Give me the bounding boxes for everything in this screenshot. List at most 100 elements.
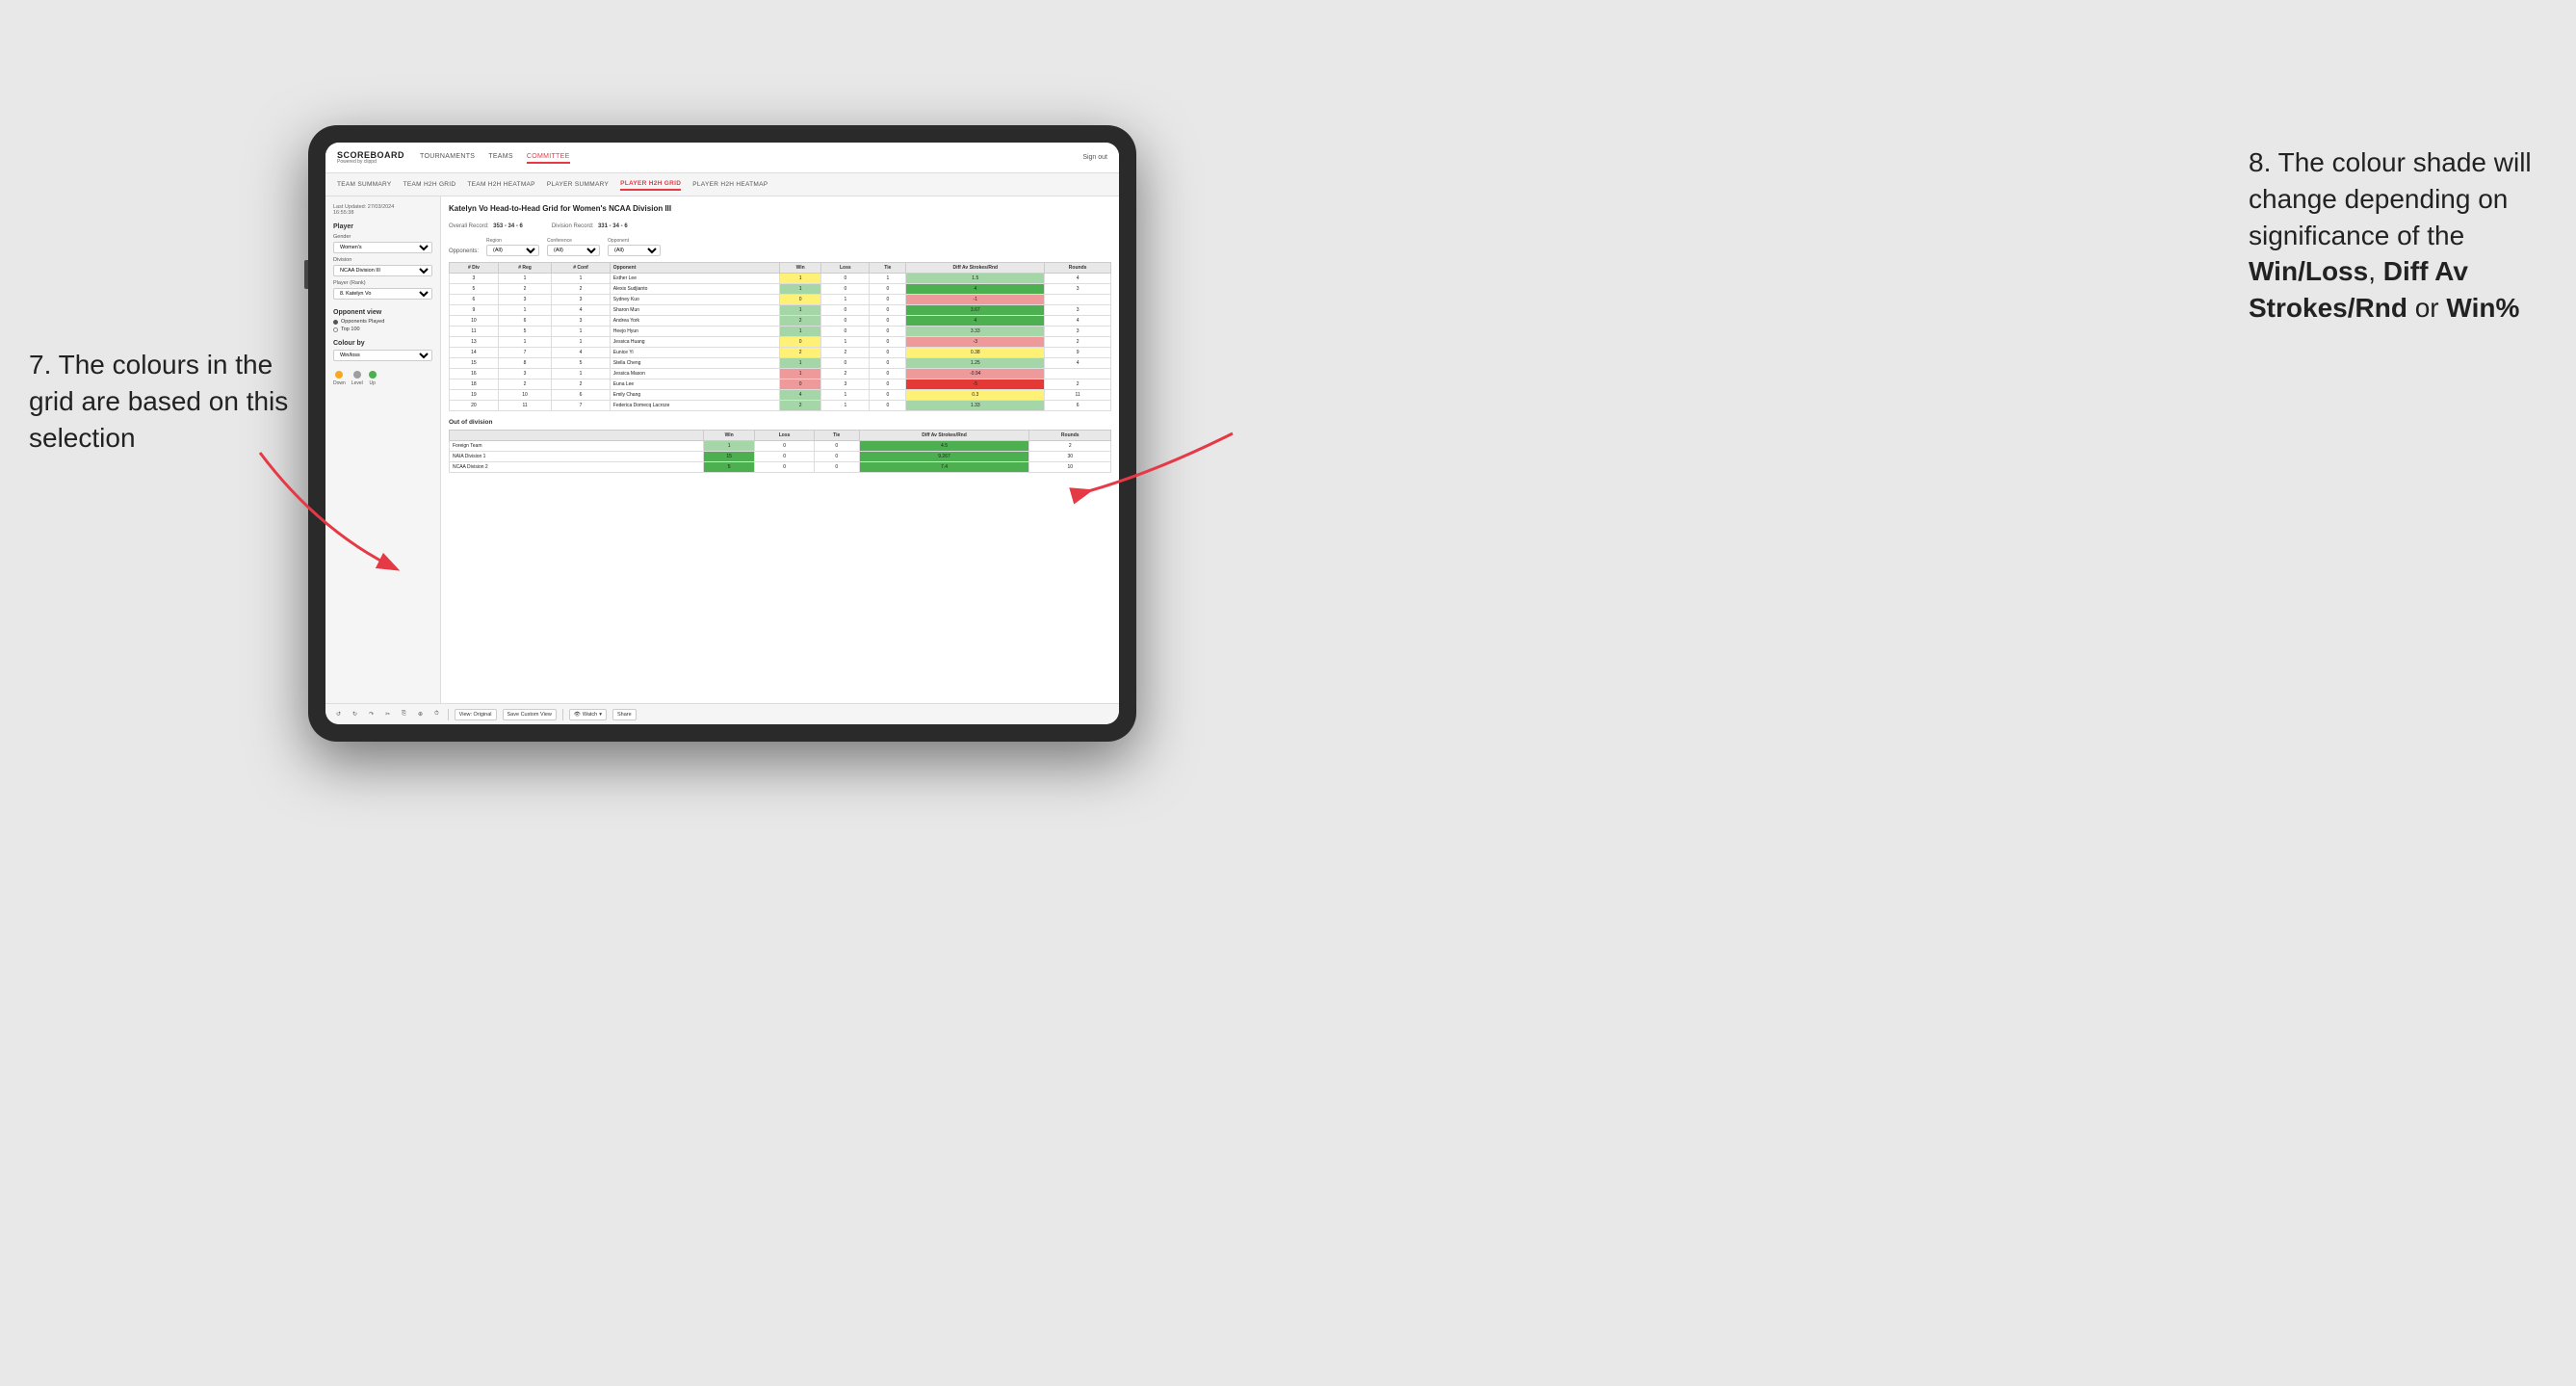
- table-row: 19 10 6 Emily Chang 4 1 0 0.3 11: [450, 390, 1111, 401]
- legend-down: Down: [333, 371, 346, 386]
- colour-by-select[interactable]: Win/loss: [333, 350, 432, 361]
- ood-table-row: Foreign Team 1 0 0 4.5 2: [450, 441, 1111, 452]
- top-nav: SCOREBOARD Powered by clippd TOURNAMENTS…: [325, 143, 1119, 173]
- main-content: Last Updated: 27/03/2024 16:55:38 Player…: [325, 196, 1119, 703]
- subnav-team-h2h-grid[interactable]: TEAM H2H GRID: [403, 179, 456, 190]
- table-row: 13 1 1 Jessica Huang 0 1 0 -3 2: [450, 337, 1111, 348]
- table-row: 14 7 4 Eunice Yi 2 2 0 0.38 9: [450, 348, 1111, 358]
- radio-dot-opponents: [333, 320, 338, 325]
- tablet-screen: SCOREBOARD Powered by clippd TOURNAMENTS…: [325, 143, 1119, 724]
- left-arrow: [241, 433, 433, 588]
- nav-items: TOURNAMENTS TEAMS COMMITTEE: [420, 151, 1082, 164]
- logo-sub: Powered by clippd: [337, 160, 404, 165]
- subnav-player-h2h-grid[interactable]: PLAYER H2H GRID: [620, 178, 681, 191]
- table-row: 16 3 1 Jessica Mason 1 2 0 -0.94: [450, 369, 1111, 379]
- opponent-filter-select[interactable]: (All): [608, 245, 661, 256]
- toolbar-sep2: [562, 709, 563, 720]
- table-row: 10 6 3 Andrea York 2 0 0 4 4: [450, 316, 1111, 327]
- filter-region: Region (All): [486, 238, 539, 256]
- eye-icon: 👁: [574, 712, 581, 718]
- right-bold-winpct: Win%: [2446, 293, 2519, 323]
- nav-tournaments[interactable]: TOURNAMENTS: [420, 151, 475, 164]
- right-arrow: [1059, 414, 1252, 510]
- sub-nav: TEAM SUMMARY TEAM H2H GRID TEAM H2H HEAT…: [325, 173, 1119, 196]
- region-filter-select[interactable]: (All): [486, 245, 539, 256]
- sign-out-link[interactable]: Sign out: [1082, 154, 1107, 161]
- player-section-title: Player: [333, 223, 432, 230]
- conference-filter-select[interactable]: (All): [547, 245, 600, 256]
- right-annotation: 8. The colour shade will change dependin…: [2249, 144, 2557, 327]
- overall-record: Overall Record: 353 - 34 - 6: [449, 215, 523, 232]
- ood-col-win: Win: [704, 431, 755, 441]
- table-row: 11 5 1 Heejo Hyun 1 0 0 3.33 3: [450, 327, 1111, 337]
- ood-col-tie: Tie: [814, 431, 859, 441]
- col-conf: # Conf: [552, 263, 611, 274]
- legend-level: Level: [351, 371, 363, 386]
- logo-area: SCOREBOARD Powered by clippd: [337, 151, 404, 165]
- radio-opponents-played[interactable]: Opponents Played: [333, 319, 432, 325]
- ood-col-loss: Loss: [755, 431, 815, 441]
- col-rounds: Rounds: [1045, 263, 1111, 274]
- legend-dot-down: [335, 371, 343, 379]
- subnav-team-h2h-heatmap[interactable]: TEAM H2H HEATMAP: [467, 179, 534, 190]
- division-label: Division: [333, 257, 432, 263]
- toolbar-paste[interactable]: ⊕: [415, 710, 426, 719]
- filter-opponent: Opponent (All): [608, 238, 661, 256]
- main-data-table: # Div # Reg # Conf Opponent Win Loss Tie…: [449, 262, 1111, 411]
- nav-committee[interactable]: COMMITTEE: [527, 151, 570, 164]
- grid-title: Katelyn Vo Head-to-Head Grid for Women's…: [449, 204, 1111, 213]
- col-reg: # Reg: [498, 263, 551, 274]
- right-content: Katelyn Vo Head-to-Head Grid for Women's…: [441, 196, 1119, 703]
- subnav-player-h2h-heatmap[interactable]: PLAYER H2H HEATMAP: [692, 179, 768, 190]
- ood-table-row: NAIA Division 1 15 0 0 9.267 30: [450, 452, 1111, 462]
- right-bold-win-loss: Win/Loss: [2249, 256, 2368, 286]
- records-row: Overall Record: 353 - 34 - 6 Division Re…: [449, 215, 1111, 232]
- radio-dot-top100: [333, 327, 338, 332]
- legend-up: Up: [369, 371, 377, 386]
- ood-col-label: [450, 431, 704, 441]
- side-button: [304, 260, 308, 289]
- col-diff-av: Diff Av Strokes/Rnd: [906, 263, 1045, 274]
- toolbar-scissors[interactable]: ✂: [382, 710, 393, 719]
- chevron-down-icon: ▾: [599, 712, 602, 718]
- save-custom-view-btn[interactable]: Save Custom View: [503, 709, 557, 720]
- table-row: 5 2 2 Alexis Sudjianto 1 0 0 4 3: [450, 284, 1111, 295]
- table-row: 6 3 3 Sydney Kuo 0 1 0 -1: [450, 295, 1111, 305]
- legend-dot-up: [369, 371, 377, 379]
- player-rank-select[interactable]: 8. Katelyn Vo: [333, 288, 432, 300]
- last-updated: Last Updated: 27/03/2024 16:55:38: [333, 204, 432, 216]
- toolbar-redo[interactable]: ↻: [350, 710, 360, 719]
- division-select[interactable]: NCAA Division III: [333, 265, 432, 276]
- out-of-division-header: Out of division: [449, 419, 1111, 426]
- filter-row: Opponents: Region (All) Conference (All): [449, 238, 1111, 256]
- gender-select[interactable]: Women's: [333, 242, 432, 253]
- toolbar-undo[interactable]: ↺: [333, 710, 344, 719]
- toolbar-clock[interactable]: ⏱: [431, 710, 442, 719]
- table-row: 9 1 4 Sharon Mun 1 0 0 3.67 3: [450, 305, 1111, 316]
- col-loss: Loss: [821, 263, 870, 274]
- filter-conference: Conference (All): [547, 238, 600, 256]
- division-record: Division Record: 331 - 34 - 6: [552, 215, 628, 232]
- colour-by-label: Colour by: [333, 340, 432, 347]
- radio-top100[interactable]: Top 100: [333, 327, 432, 332]
- col-div: # Div: [450, 263, 499, 274]
- ood-table: Win Loss Tie Diff Av Strokes/Rnd Rounds …: [449, 430, 1111, 473]
- watch-btn[interactable]: 👁 Watch ▾: [569, 709, 607, 720]
- ood-col-diff: Diff Av Strokes/Rnd: [859, 431, 1029, 441]
- subnav-team-summary[interactable]: TEAM SUMMARY: [337, 179, 392, 190]
- table-row: 3 1 1 Esther Lee 1 0 1 1.5 4: [450, 274, 1111, 284]
- share-btn[interactable]: Share: [612, 709, 637, 720]
- toolbar-redo2[interactable]: ↷: [366, 710, 377, 719]
- gender-label: Gender: [333, 234, 432, 240]
- table-row: 20 11 7 Federica Domecq Lacroze 2 1 0 1.…: [450, 401, 1111, 411]
- legend-dot-level: [353, 371, 361, 379]
- ood-table-row: NCAA Division 2 5 0 0 7.4 10: [450, 462, 1111, 473]
- toolbar-copy[interactable]: ⎘: [399, 710, 409, 719]
- col-opponent: Opponent: [610, 263, 779, 274]
- table-row: 15 8 5 Stella Cheng 1 0 0 1.25 4: [450, 358, 1111, 369]
- subnav-player-summary[interactable]: PLAYER SUMMARY: [547, 179, 609, 190]
- view-original-btn[interactable]: View: Original: [455, 709, 497, 720]
- nav-teams[interactable]: TEAMS: [488, 151, 513, 164]
- col-tie: Tie: [870, 263, 906, 274]
- right-annotation-text: 8. The colour shade will change dependin…: [2249, 144, 2557, 327]
